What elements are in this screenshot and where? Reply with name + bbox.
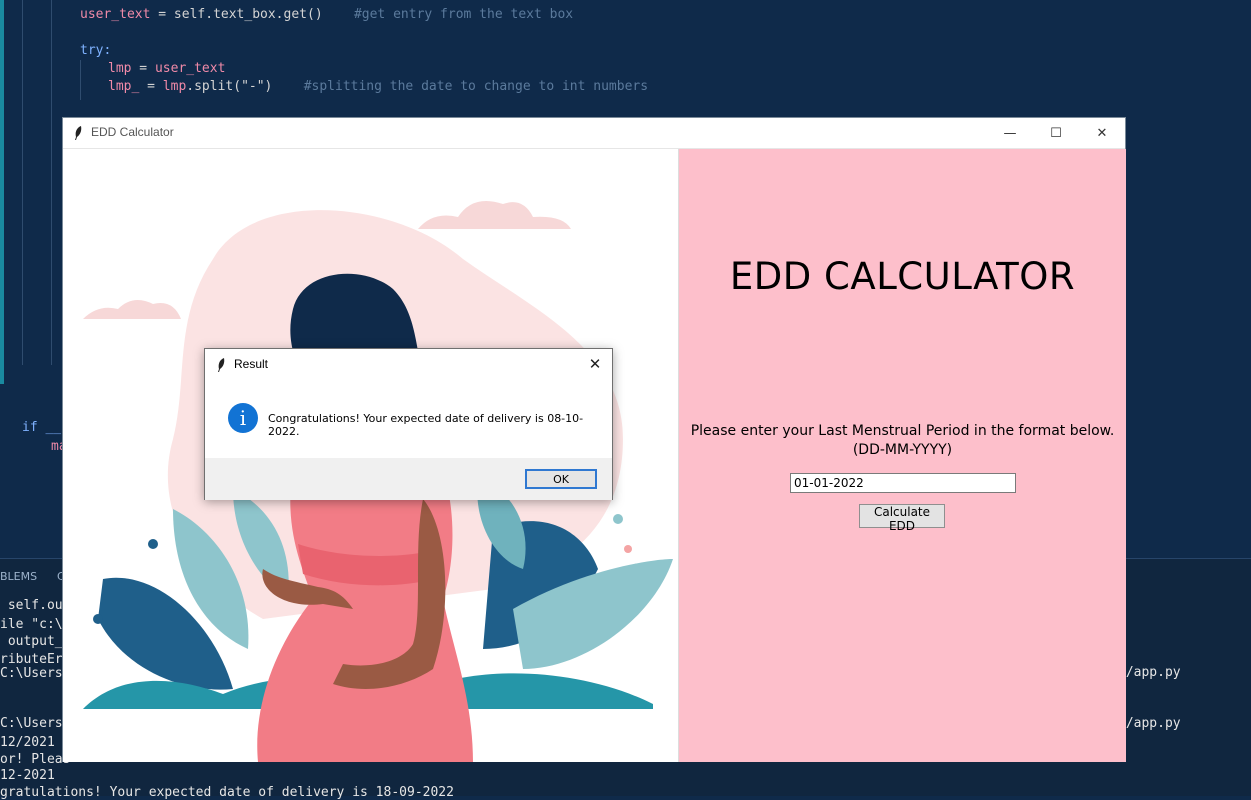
terminal-line: r/app.py [1118,665,1181,680]
info-icon: i [228,403,258,433]
result-dialog: Result ✕ i Congratulations! Your expecte… [204,348,613,500]
terminal-line: C:\Users\ [0,716,71,731]
dialog-close-button[interactable]: ✕ [578,349,612,379]
terminal-line: gratulations! Your expected date of deli… [0,785,454,800]
tab-problems[interactable]: BLEMS [0,570,37,583]
code-line: user_text = self.text_box.get() #get ent… [80,7,574,22]
code-line: try: [80,43,112,58]
prompt-format-hint: (DD-MM-YYYY) [852,442,953,458]
prompt-line: Please enter your Last Menstrual Period … [690,423,1115,439]
minimize-button[interactable]: — [987,118,1033,148]
editor-accent-bar [0,0,4,384]
calculate-edd-button[interactable]: Calculate EDD [859,504,945,533]
dialog-title: Result [234,357,269,371]
window-titlebar[interactable]: EDD Calculator — ☐ ✕ [63,118,1125,149]
indent-guide [51,0,52,365]
code-line: lmp = user_text [108,61,226,76]
terminal-line: or! Pleas [0,752,71,767]
indent-guide [80,60,81,100]
result-message: Congratulations! Your expected date of d… [268,412,584,438]
maximize-button[interactable]: ☐ [1033,118,1079,148]
terminal-line: self.out [0,598,71,613]
feather-icon [218,358,225,372]
terminal-line: r/app.py [1118,716,1181,731]
lmp-date-input[interactable] [790,473,1016,493]
terminal-line: output_m [0,634,71,649]
terminal-line: 12/2021 [0,735,55,750]
close-button[interactable]: ✕ [1079,118,1125,148]
code-line: lmp_ = lmp.split("-") #splitting the dat… [108,79,649,94]
ok-button[interactable]: OK [525,469,597,489]
terminal-line: ile "c:\U [0,617,71,632]
terminal-line: 12-2021 [0,768,55,783]
dialog-titlebar[interactable]: Result ✕ [205,349,612,379]
terminal-line: ributeErr [0,652,71,667]
indent-guide [22,0,23,365]
window-title: EDD Calculator [91,125,174,139]
input-pane: EDD CALCULATOR Please enter your Last Me… [678,149,1126,762]
lmp-prompt: Please enter your Last Menstrual Period … [679,422,1126,460]
dialog-footer: OK [205,458,612,500]
terminal-line: C:\Users\ [0,666,71,681]
page-title: EDD CALCULATOR [729,255,1076,298]
feather-icon [75,126,82,140]
